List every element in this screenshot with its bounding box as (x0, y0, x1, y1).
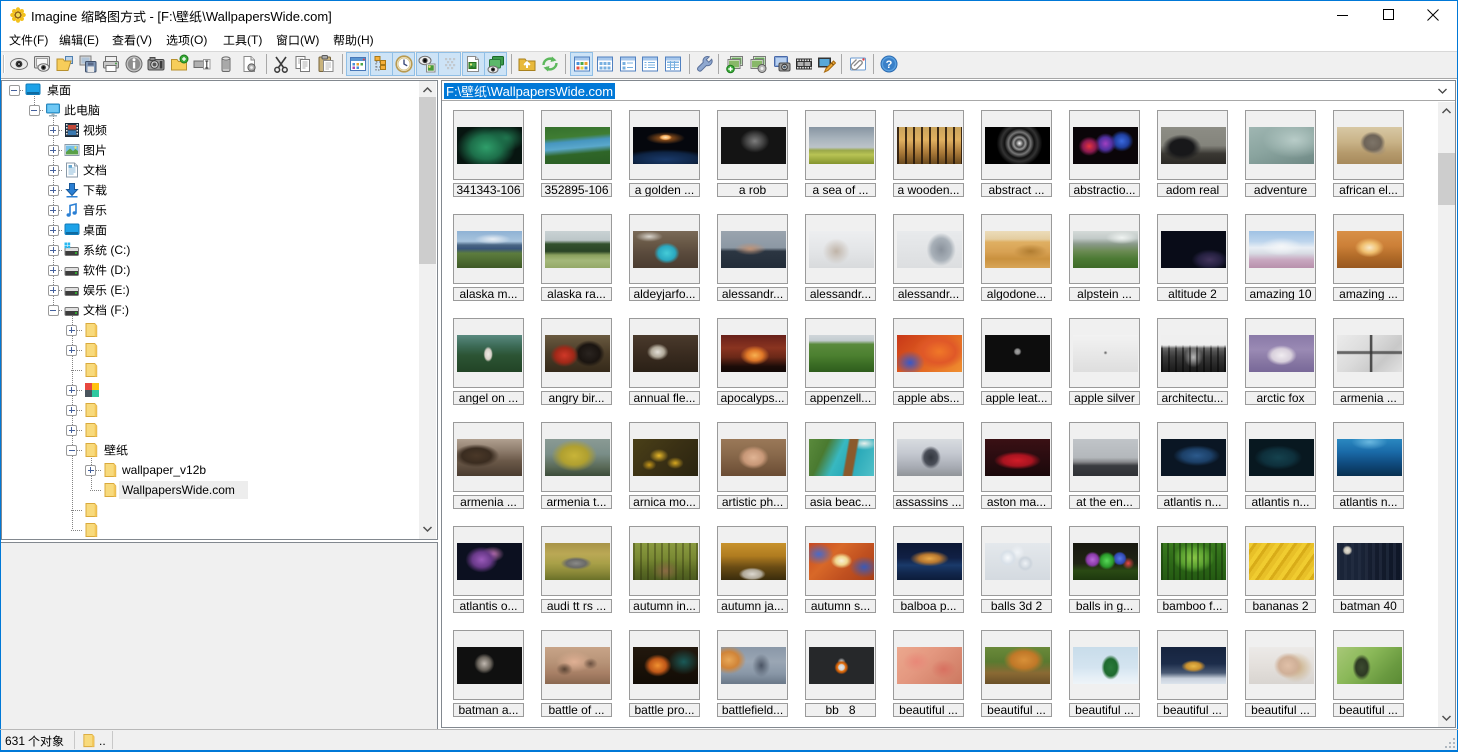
svg-text:?: ? (886, 59, 893, 71)
